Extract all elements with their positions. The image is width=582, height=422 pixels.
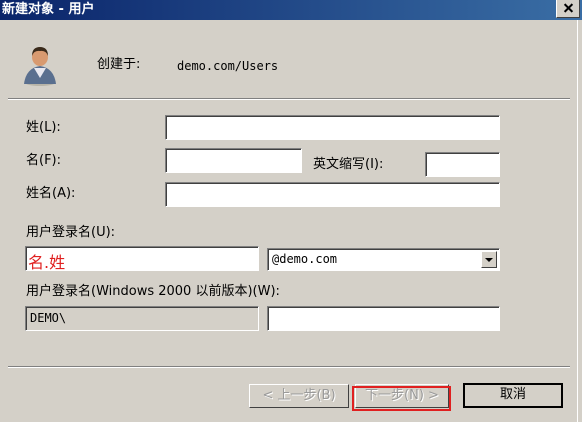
full-name-label: 姓名(A): (26, 186, 76, 201)
logon-name-label: 用户登录名(U): (26, 225, 116, 240)
pre2000-name-field[interactable] (267, 306, 500, 331)
cancel-button[interactable]: 取消 (463, 383, 563, 408)
initials-label: 英文缩写(I): (313, 157, 384, 172)
window-frame (577, 20, 582, 422)
separator (8, 98, 570, 100)
domain-dropdown[interactable]: @demo.com (267, 248, 500, 271)
window-title: 新建对象 - 用户 (2, 2, 95, 17)
full-name-field[interactable] (165, 182, 500, 207)
logon-name-field[interactable]: 名.姓 (25, 246, 259, 272)
first-name-field[interactable] (165, 148, 302, 173)
title-bar: 新建对象 - 用户 (0, 0, 582, 20)
annotation-highlight (352, 386, 451, 411)
user-icon (24, 47, 56, 86)
close-button[interactable] (556, 0, 580, 18)
pre2000-domain-field: DEMO\ (25, 306, 259, 331)
logon-name-value: 名.姓 (28, 253, 66, 272)
last-name-field[interactable] (165, 115, 500, 140)
created-in-value: demo.com/Users (177, 59, 279, 73)
chevron-down-icon[interactable] (481, 251, 497, 268)
back-button[interactable]: < 上一步(B) (249, 384, 349, 408)
separator-bottom (8, 366, 570, 368)
created-in-label: 创建于: (97, 57, 141, 72)
first-name-label: 名(F): (26, 153, 62, 168)
initials-field[interactable] (425, 152, 500, 177)
domain-selected: @demo.com (272, 252, 338, 266)
last-name-label: 姓(L): (26, 120, 61, 135)
pre2000-domain-value: DEMO\ (30, 311, 67, 325)
pre2000-label: 用户登录名(Windows 2000 以前版本)(W): (26, 284, 280, 299)
